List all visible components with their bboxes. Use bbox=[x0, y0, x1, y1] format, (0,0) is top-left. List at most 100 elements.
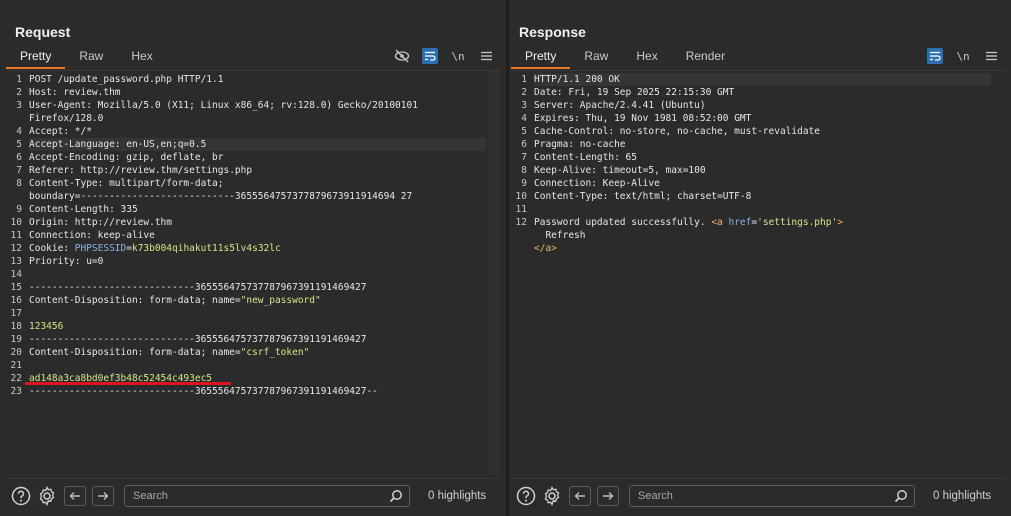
help-icon[interactable] bbox=[515, 485, 537, 507]
code-token: Fri, 19 Sep 2025 22:15:30 GMT bbox=[568, 87, 735, 98]
response-editor[interactable]: 1 2 3 4 5 6 7 8 9 10 11 12 HTTP/1.1 200 OK Date: Fri… bbox=[511, 70, 1005, 474]
line-number: 14 bbox=[10, 269, 22, 280]
code-token: en-US,en;q=0.5 bbox=[126, 139, 207, 150]
code-token: Accept-Language: bbox=[29, 139, 127, 150]
tab-hex[interactable]: Hex bbox=[622, 45, 671, 69]
code-line: Content-Type: multipart/form-data; bbox=[29, 177, 486, 190]
code-token: no-cache bbox=[579, 139, 626, 150]
code-token: Thu, 19 Nov 1981 08:52:00 GMT bbox=[585, 113, 752, 124]
line-number: 10 bbox=[515, 191, 527, 202]
wrap-lines-icon[interactable] bbox=[927, 48, 943, 64]
code-line: Expires: Thu, 19 Nov 1981 08:52:00 GMT bbox=[534, 112, 991, 125]
help-icon[interactable] bbox=[10, 485, 32, 507]
code-token: gzip, deflate, br bbox=[126, 152, 224, 163]
code-token: > bbox=[837, 217, 843, 228]
code-token: "new_password" bbox=[240, 295, 321, 306]
line-number: 15 bbox=[10, 282, 22, 293]
tab-raw[interactable]: Raw bbox=[570, 45, 622, 69]
code-token: boundary=---------------------------3655… bbox=[29, 191, 413, 202]
code-token: Expires: bbox=[534, 113, 586, 124]
code-token: text/html; charset=UTF-8 bbox=[614, 191, 752, 202]
code-token: */* bbox=[74, 126, 92, 137]
forward-arrow-icon[interactable] bbox=[597, 485, 619, 506]
code-token: http://review.thm/settings.php bbox=[80, 165, 253, 176]
code-token: u=0 bbox=[86, 256, 104, 267]
line-number: 18 bbox=[10, 321, 22, 332]
tab-render[interactable]: Render bbox=[672, 45, 739, 69]
code-token: HTTP/1.1 200 OK bbox=[534, 74, 620, 85]
line-number: 11 bbox=[10, 230, 22, 241]
line-number: 20 bbox=[10, 347, 22, 358]
newline-icon[interactable]: \n bbox=[955, 48, 971, 64]
code-token: Keep-Alive bbox=[602, 178, 660, 189]
response-bottom-bar: 0 highlights bbox=[511, 478, 1005, 512]
line-number: 17 bbox=[10, 308, 22, 319]
code-line: Content-Type: text/html; charset=UTF-8 bbox=[534, 190, 991, 203]
menu-icon[interactable] bbox=[983, 48, 999, 64]
code-token: http://review.thm bbox=[74, 217, 172, 228]
line-number: 16 bbox=[10, 295, 22, 306]
line-number: 7 bbox=[521, 152, 527, 163]
line-number: 2 bbox=[521, 87, 527, 98]
response-search bbox=[629, 484, 915, 508]
line-number: 3 bbox=[16, 100, 22, 111]
search-icon[interactable] bbox=[894, 489, 908, 508]
tab-pretty[interactable]: Pretty bbox=[511, 45, 571, 69]
code-token: Firefox/128.0 bbox=[29, 113, 104, 124]
response-search-input[interactable] bbox=[630, 489, 914, 502]
code-line: -----------------------------36555647573… bbox=[29, 333, 486, 346]
request-scrollbar[interactable] bbox=[488, 71, 500, 474]
request-editor[interactable]: 1 2 3 4 5 6 7 8 9 10 11 12 13 14 15 16 17 18 19 20 21 22 23 PO… bbox=[6, 70, 500, 474]
response-code[interactable]: HTTP/1.1 200 OK Date: Fri, 19 Sep 2025 22… bbox=[534, 73, 991, 255]
code-line: Connection: keep-alive bbox=[29, 229, 486, 242]
line-number: 11 bbox=[515, 204, 527, 215]
code-token: -----------------------------36555647573… bbox=[29, 282, 367, 293]
tab-pretty[interactable]: Pretty bbox=[6, 45, 66, 69]
wrap-lines-icon[interactable] bbox=[422, 48, 438, 64]
line-number: 1 bbox=[16, 74, 22, 85]
code-token: Accept-Encoding: bbox=[29, 152, 127, 163]
tab-raw[interactable]: Raw bbox=[65, 45, 117, 69]
forward-arrow-icon[interactable] bbox=[92, 485, 114, 506]
request-search-input[interactable] bbox=[125, 489, 409, 502]
response-highlight-count: 0 highlights bbox=[933, 489, 992, 502]
request-tabs: Pretty Raw Hex \n bbox=[6, 45, 500, 69]
code-token: Date: bbox=[534, 87, 569, 98]
code-line: boundary=---------------------------3655… bbox=[29, 190, 486, 203]
code-line: </a> bbox=[534, 242, 991, 255]
line-number: 1 bbox=[521, 74, 527, 85]
tab-hex[interactable]: Hex bbox=[117, 45, 166, 69]
line-number: 8 bbox=[16, 178, 22, 189]
code-token: Mozilla/5.0 (X11; Linux x86_64; rv:128.0… bbox=[97, 100, 418, 111]
search-icon[interactable] bbox=[389, 489, 403, 508]
code-token: "csrf_token" bbox=[240, 347, 310, 358]
code-line: 123456 bbox=[29, 320, 486, 333]
newline-icon[interactable]: \n bbox=[450, 48, 466, 64]
code-token: Accept: bbox=[29, 126, 75, 137]
settings-gear-icon[interactable] bbox=[36, 485, 58, 507]
code-token: href bbox=[728, 217, 752, 228]
line-number: 12 bbox=[10, 243, 22, 254]
code-token: Keep-Alive: bbox=[534, 165, 603, 176]
hide-nonprintable-icon[interactable] bbox=[394, 48, 410, 64]
line-number: 4 bbox=[16, 126, 22, 137]
code-line: POST /update_password.php HTTP/1.1 bbox=[29, 73, 486, 86]
code-token: Content-Length: bbox=[534, 152, 626, 163]
code-line: Keep-Alive: timeout=5, max=100 bbox=[534, 164, 991, 177]
line-number: 12 bbox=[515, 217, 527, 228]
request-code[interactable]: POST /update_password.php HTTP/1.1 Host: … bbox=[29, 73, 486, 398]
back-arrow-icon[interactable] bbox=[64, 485, 86, 506]
code-token: Content-Disposition: form-data; name= bbox=[29, 347, 241, 358]
line-number: 6 bbox=[521, 139, 527, 150]
response-tabs: Pretty Raw Hex Render \n bbox=[511, 45, 1005, 69]
line-numbers: 1 2 3 4 5 6 7 8 9 10 11 12 13 14 15 16 17 18 19 20 21 22 23 bbox=[6, 73, 26, 398]
back-arrow-icon[interactable] bbox=[569, 485, 591, 506]
request-pane: Request Pretty Raw Hex \n 1 2 3 4 5 6 7 8 9 10 11 1… bbox=[0, 0, 506, 516]
settings-gear-icon[interactable] bbox=[541, 485, 563, 507]
code-line: Refresh bbox=[534, 229, 991, 242]
code-token: Cookie: bbox=[29, 243, 75, 254]
menu-icon[interactable] bbox=[478, 48, 494, 64]
code-token: Referer: bbox=[29, 165, 81, 176]
code-token: multipart/form-data; bbox=[109, 178, 224, 189]
